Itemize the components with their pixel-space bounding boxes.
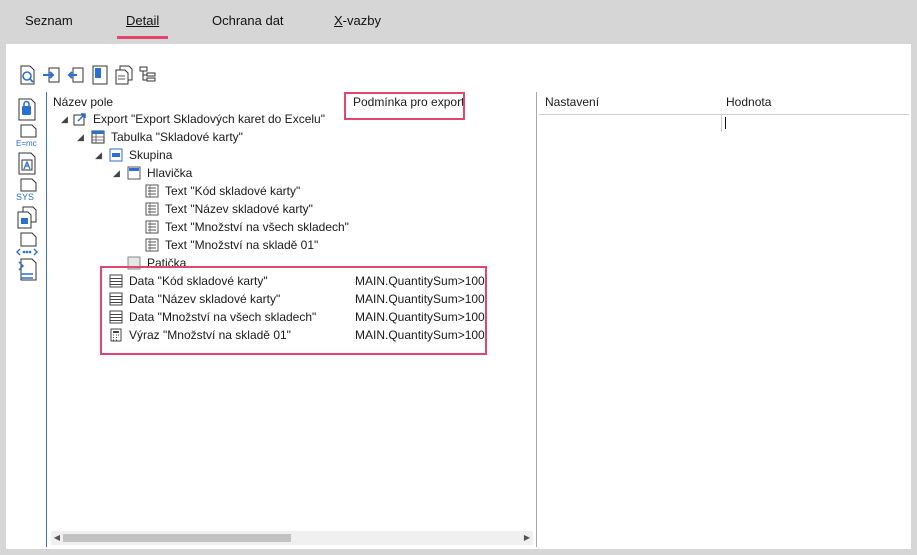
data-field-icon (109, 292, 123, 306)
tab-ochrana-dat[interactable]: Ochrana dat (212, 12, 284, 32)
collapse-arrow-icon[interactable]: ◢ (113, 164, 120, 182)
collapse-arrow-icon[interactable]: ◢ (77, 128, 84, 146)
tab-label: Detail (126, 13, 160, 28)
formula-icon[interactable]: E=mc (16, 124, 38, 148)
tree-node-export[interactable]: ◢ Export "Export Skladových karet do Exc… (47, 110, 517, 128)
tab-label: -vazby (342, 13, 381, 28)
scrollbar-thumb[interactable] (63, 534, 291, 542)
tree-node-label: Data "Název skladové karty" (129, 292, 281, 306)
text-field-icon (145, 202, 159, 216)
tree-node-label: Text "Množství na všech skladech" (165, 220, 349, 234)
column-header-value[interactable]: Hodnota (726, 95, 771, 109)
document-icon[interactable] (90, 64, 110, 86)
tab-label-mnemonic: X (334, 13, 343, 28)
field-tree[interactable]: Název pole Podmínka pro export ◢ Export … (46, 92, 537, 547)
export-condition[interactable]: MAIN.QuantitySum>100 (355, 272, 485, 290)
tree-node-text[interactable]: Text "Množství na všech skladech" (47, 218, 517, 236)
tree-node-label: Hlavička (147, 166, 193, 180)
tab-detail[interactable]: Detail (116, 12, 169, 39)
tree-node-footer[interactable]: Patička (47, 254, 517, 272)
tree-node-expression[interactable]: Výraz "Množství na skladě 01" MAIN.Quant… (47, 326, 517, 344)
header-band-icon (127, 166, 141, 180)
tree-node-label: Text "Kód skladové karty" (165, 184, 301, 198)
properties-panel[interactable]: Nastavení Hodnota (536, 92, 912, 547)
column-header-name[interactable]: Název pole (53, 95, 113, 109)
page-a-icon[interactable] (16, 152, 38, 176)
data-field-icon (109, 274, 123, 288)
tab-label: Ochrana dat (212, 13, 284, 28)
value-input-caret[interactable] (725, 117, 726, 129)
tree-node-label: Tabulka "Skladové karty" (111, 130, 243, 144)
tree-node-table[interactable]: ◢ Tabulka "Skladové karty" (47, 128, 517, 146)
tree-node-label: Výraz "Množství na skladě 01" (129, 328, 291, 342)
horizontal-scrollbar[interactable]: ◀ ▶ (51, 531, 533, 545)
text-field-icon (145, 238, 159, 252)
formula-icon-label: E=mc (16, 139, 37, 148)
tree-structure-icon[interactable] (138, 64, 158, 86)
detail-panel: E=mc SYS Název pole Podmínka pro export … (6, 44, 911, 549)
page-lock-icon[interactable] (16, 98, 38, 122)
tree-node-group[interactable]: ◢ Skupina (47, 146, 517, 164)
export-condition[interactable]: MAIN.QuantitySum>100 (355, 326, 485, 344)
import-icon[interactable] (42, 64, 62, 86)
data-field-icon (109, 310, 123, 324)
export-node-icon (73, 112, 87, 126)
table-icon (91, 130, 105, 144)
tab-x-vazby[interactable]: X-vazby (334, 12, 381, 32)
scroll-right-icon[interactable]: ▶ (521, 531, 533, 545)
tab-seznam[interactable]: Seznam (25, 12, 73, 32)
tree-node-label: Text "Název skladové karty" (165, 202, 313, 216)
footer-band-icon (127, 256, 141, 270)
tree-node-label: Text "Množství na skladě 01" (165, 238, 319, 252)
column-header-condition[interactable]: Podmínka pro export (353, 95, 464, 109)
text-field-icon (145, 220, 159, 234)
text-field-icon (145, 184, 159, 198)
sys-icon-label: SYS (16, 192, 34, 202)
preview-icon[interactable] (18, 64, 38, 86)
insert-field-icon[interactable] (16, 258, 38, 282)
copy-pages-icon[interactable] (16, 206, 38, 230)
tree-node-text[interactable]: Text "Název skladové karty" (47, 200, 517, 218)
export-icon[interactable] (66, 64, 86, 86)
tree-node-data[interactable]: Data "Kód skladové karty" MAIN.QuantityS… (47, 272, 517, 290)
tree-node-label: Patička (147, 256, 187, 270)
group-icon (109, 148, 123, 162)
tree-node-text[interactable]: Text "Kód skladové karty" (47, 182, 517, 200)
sys-variable-icon[interactable]: SYS (16, 178, 38, 202)
tree-node-data[interactable]: Data "Název skladové karty" MAIN.Quantit… (47, 290, 517, 308)
column-divider (721, 114, 722, 132)
tree-node-header[interactable]: ◢ Hlavička (47, 164, 517, 182)
tree-node-text[interactable]: Text "Množství na skladě 01" (47, 236, 517, 254)
tree-node-label: Data "Kód skladové karty" (129, 274, 268, 288)
collapse-arrow-icon[interactable]: ◢ (95, 146, 102, 164)
tree-node-label: Data "Množství na všech skladech" (129, 310, 317, 324)
copy-icon[interactable] (114, 64, 134, 86)
tab-label: Seznam (25, 13, 73, 28)
export-condition[interactable]: MAIN.QuantitySum>100 (355, 290, 485, 308)
tree-node-label: Export "Export Skladových karet do Excel… (93, 112, 325, 126)
collapse-arrow-icon[interactable]: ◢ (61, 110, 68, 128)
tree-node-label: Skupina (129, 148, 173, 162)
tab-bar: Seznam Detail Ochrana dat X-vazby (0, 0, 917, 44)
calculator-icon (109, 328, 123, 342)
header-divider (539, 114, 909, 115)
scroll-left-icon[interactable]: ◀ (51, 531, 63, 545)
xml-icon[interactable] (16, 232, 38, 256)
export-condition[interactable]: MAIN.QuantitySum>100 (355, 308, 485, 326)
column-header-setting[interactable]: Nastavení (545, 95, 599, 109)
tree-node-data[interactable]: Data "Množství na všech skladech" MAIN.Q… (47, 308, 517, 326)
